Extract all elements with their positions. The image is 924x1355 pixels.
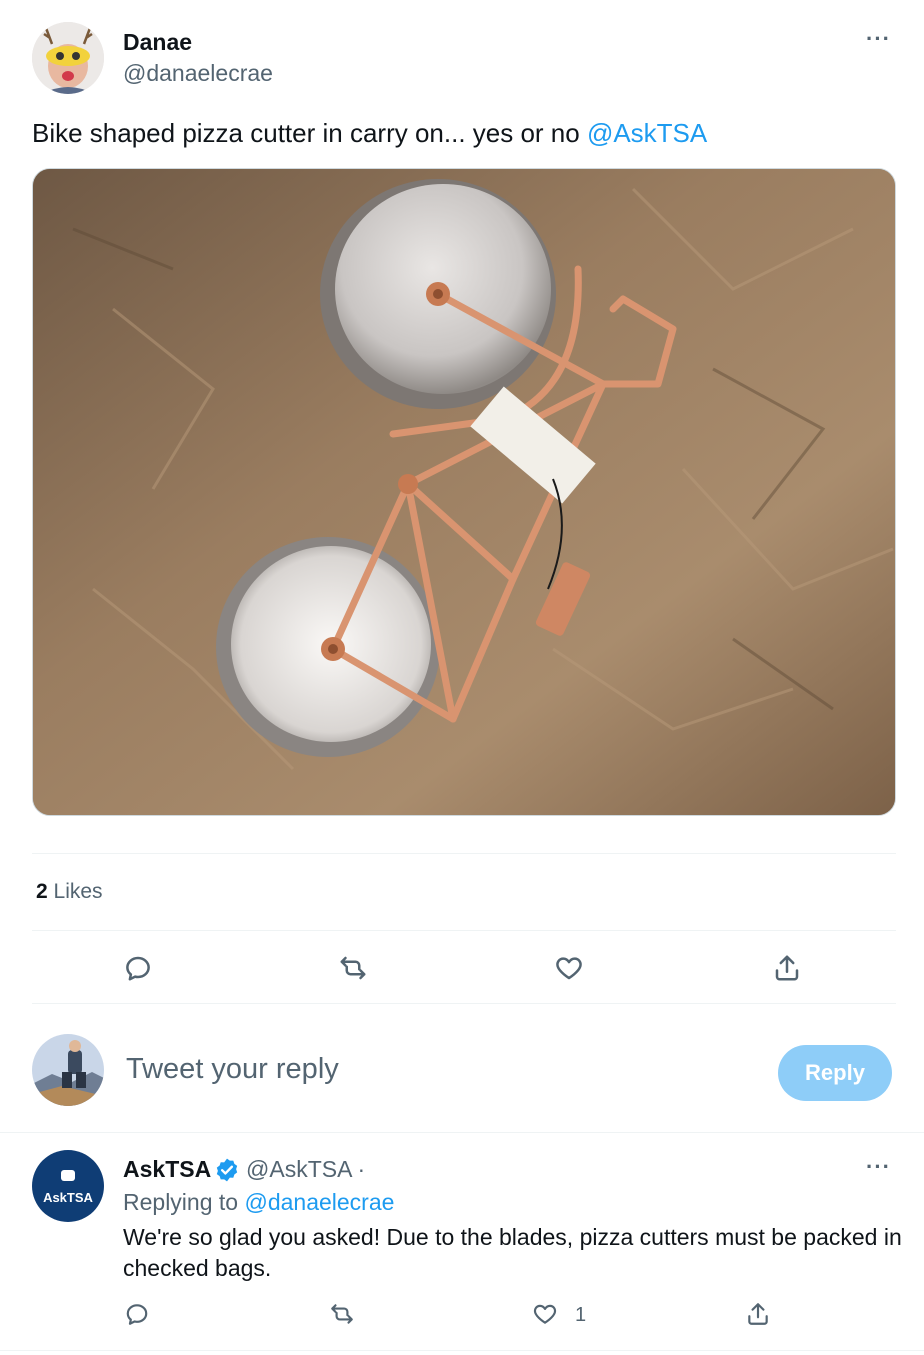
author-name[interactable]: Danae	[123, 29, 192, 56]
retweet-icon	[340, 956, 366, 980]
replying-to-handle[interactable]: @danaelecrae	[244, 1189, 394, 1215]
author-handle[interactable]: @danaelecrae	[123, 60, 273, 87]
share-icon	[748, 1303, 768, 1325]
chat-bubble-icon	[61, 1170, 75, 1181]
reply-share-button[interactable]	[738, 1294, 778, 1334]
replying-to: Replying to @danaelecrae	[123, 1189, 394, 1216]
likes-summary[interactable]: 2 Likes	[36, 880, 103, 904]
like-icon	[533, 1304, 557, 1324]
avatar-logo-text: AskTSA	[43, 1190, 93, 1205]
reply-icon	[126, 956, 150, 981]
divider	[32, 1003, 896, 1004]
handle-separator: ·	[351, 1156, 366, 1182]
reply-author-name[interactable]: AskTSA	[123, 1156, 211, 1183]
author-avatar[interactable]	[32, 22, 104, 94]
reply-input[interactable]: Tweet your reply	[126, 1053, 339, 1086]
like-icon	[556, 957, 582, 980]
retweet-button[interactable]	[333, 948, 373, 988]
reply-more-options-icon[interactable]: ···	[866, 1154, 891, 1180]
reply-text: We're so glad you asked! Due to the blad…	[123, 1224, 902, 1281]
reply-icon	[126, 1304, 148, 1325]
divider	[32, 930, 896, 931]
reply-button[interactable]	[118, 948, 158, 988]
retweet-icon	[331, 1304, 353, 1324]
reply-author-handle[interactable]: @AskTSA ·	[246, 1156, 365, 1183]
asktsa-avatar[interactable]: AskTSA	[32, 1150, 104, 1222]
verified-badge-icon	[216, 1158, 238, 1182]
like-button[interactable]	[549, 948, 589, 988]
reply-reply-button[interactable]	[117, 1294, 157, 1334]
reply-submit-button[interactable]: Reply	[778, 1045, 892, 1101]
likes-label: Likes	[47, 880, 103, 903]
current-user-avatar[interactable]	[32, 1034, 104, 1106]
tweet-photo[interactable]	[32, 168, 896, 816]
tweet-text: Bike shaped pizza cutter in carry on... …	[32, 118, 707, 149]
divider	[0, 1350, 924, 1351]
likes-count: 2	[36, 880, 48, 903]
reply-handle-text: @AskTSA	[246, 1156, 352, 1182]
more-options-icon[interactable]: ···	[866, 26, 891, 52]
tweet-body: Bike shaped pizza cutter in carry on... …	[32, 118, 587, 148]
reply-like-count: 1	[575, 1304, 587, 1326]
replying-prefix: Replying to	[123, 1189, 245, 1215]
share-button[interactable]	[767, 948, 807, 988]
mention-link[interactable]: @AskTSA	[587, 118, 707, 148]
divider	[32, 853, 896, 854]
share-icon	[775, 955, 799, 981]
reply-retweet-button[interactable]	[322, 1294, 362, 1334]
divider	[0, 1132, 924, 1133]
reply-like-button[interactable]	[525, 1294, 565, 1334]
